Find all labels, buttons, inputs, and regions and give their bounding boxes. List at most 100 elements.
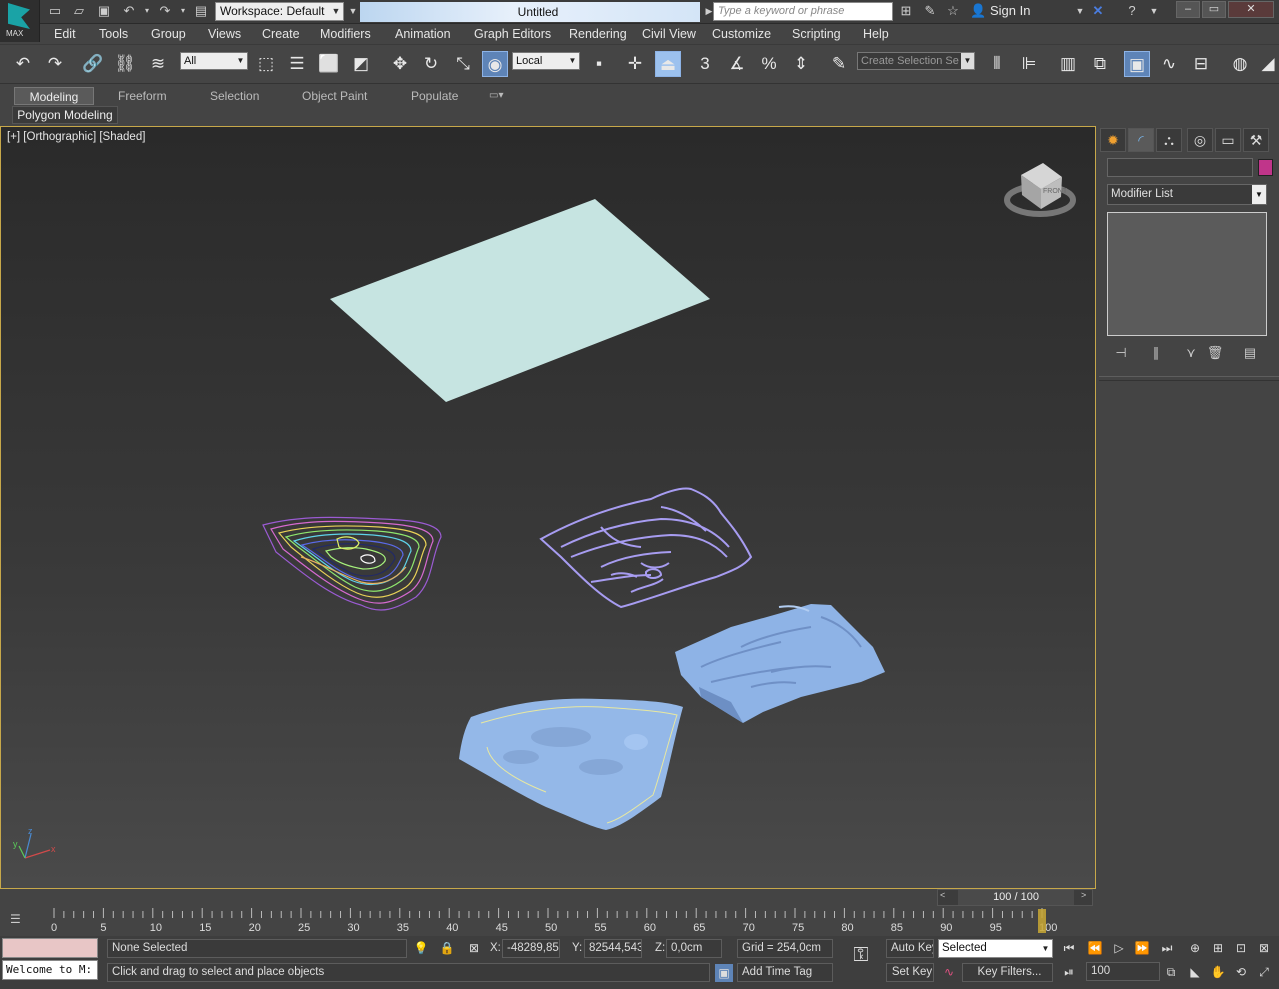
- current-frame-field[interactable]: 100: [1086, 962, 1160, 981]
- remove-modifier-icon[interactable]: 🗑: [1205, 344, 1225, 362]
- curve-editor-mini-icon[interactable]: ☰: [10, 912, 32, 930]
- keyboard-shortcut-override-icon[interactable]: ⏏: [655, 51, 681, 77]
- menu-modifiers[interactable]: Modifiers: [320, 27, 371, 41]
- scene-explorer-icon[interactable]: ▣: [1124, 51, 1150, 77]
- save-file-icon[interactable]: ▣: [96, 3, 112, 19]
- isolate-selection-icon[interactable]: 💡: [412, 939, 430, 957]
- modify-tab-icon[interactable]: ◜: [1128, 128, 1154, 152]
- next-frame-icon[interactable]: >: [1081, 890, 1086, 900]
- selection-lock-icon[interactable]: 🔒: [438, 939, 456, 957]
- orbit-icon[interactable]: ⟲: [1232, 963, 1250, 981]
- time-slider[interactable]: < 100 / 100 >: [937, 889, 1093, 906]
- tab-populate[interactable]: Populate: [411, 87, 458, 105]
- named-selection-set-dropdown[interactable]: Create Selection Se ▼: [857, 52, 975, 70]
- hierarchy-tab-icon[interactable]: ⛬: [1156, 128, 1182, 152]
- unlink-icon[interactable]: ⛓: [112, 51, 138, 77]
- tab-selection[interactable]: Selection: [210, 87, 259, 105]
- window-crossing-icon[interactable]: ◩: [348, 51, 374, 77]
- reference-coordinate-dropdown[interactable]: Local ▼: [512, 52, 580, 70]
- zoom-extents-icon[interactable]: ⊡: [1232, 939, 1250, 957]
- material-editor-icon[interactable]: ◍: [1227, 51, 1253, 77]
- snaps-toggle-icon[interactable]: 3: [692, 51, 718, 77]
- pin-stack-icon[interactable]: ⊣: [1111, 344, 1131, 362]
- current-frame-marker[interactable]: [1038, 909, 1046, 933]
- open-file-icon[interactable]: ▱: [71, 3, 87, 19]
- spinner-snap-icon[interactable]: ⇕: [788, 51, 814, 77]
- zoom-extents-all-icon[interactable]: ⊠: [1255, 939, 1273, 957]
- time-tag-icon[interactable]: ▣: [715, 964, 733, 982]
- menu-customize[interactable]: Customize: [712, 27, 771, 41]
- pan-view-icon[interactable]: ✋: [1209, 963, 1227, 981]
- rectangular-selection-icon[interactable]: ⬜: [316, 51, 342, 77]
- workspace-dropdown[interactable]: Workspace: Default ▼: [215, 2, 344, 21]
- subscription-icon[interactable]: ✎: [922, 3, 938, 19]
- menu-help[interactable]: Help: [863, 27, 889, 41]
- menu-views[interactable]: Views: [208, 27, 241, 41]
- select-and-rotate-icon[interactable]: ↻: [418, 51, 444, 77]
- menu-animation[interactable]: Animation: [395, 27, 451, 41]
- render-setup-icon[interactable]: ◢: [1258, 51, 1278, 77]
- y-coord-field[interactable]: 82544,543: [584, 939, 642, 958]
- close-button[interactable]: ✕: [1228, 1, 1274, 18]
- favorites-star-icon[interactable]: ☆: [945, 3, 961, 19]
- undo-icon[interactable]: ↶: [121, 3, 137, 19]
- key-mode-toggle-icon[interactable]: ⏯: [1060, 963, 1078, 981]
- undo-dropdown-icon[interactable]: ▾: [142, 3, 152, 19]
- align-icon[interactable]: ⊫: [1016, 51, 1042, 77]
- create-tab-icon[interactable]: ✹: [1100, 128, 1126, 152]
- menu-tools[interactable]: Tools: [99, 27, 128, 41]
- menu-rendering[interactable]: Rendering: [569, 27, 627, 41]
- tab-object-paint[interactable]: Object Paint: [302, 87, 367, 105]
- frame-ruler[interactable]: 0 5 10 15 20 25 30 35 40 45 50 55 60 65 70 75 80 85 90 95 10…: [49, 906, 1096, 936]
- menu-civil-view[interactable]: Civil View: [642, 27, 696, 41]
- select-manipulate-icon[interactable]: ✛: [622, 51, 648, 77]
- motion-tab-icon[interactable]: ◎: [1187, 128, 1213, 152]
- sign-in-link[interactable]: Sign In: [990, 3, 1030, 18]
- select-and-scale-icon[interactable]: ⤡: [450, 51, 476, 77]
- curve-editor-icon[interactable]: ∿: [1156, 51, 1182, 77]
- redo-dropdown-icon[interactable]: ▾: [178, 3, 188, 19]
- zoom-icon[interactable]: ⊕: [1186, 939, 1204, 957]
- maxscript-listener-top[interactable]: [2, 938, 98, 958]
- menu-edit[interactable]: Edit: [54, 27, 76, 41]
- go-to-end-icon[interactable]: ⏭: [1158, 939, 1176, 957]
- menu-graph-editors[interactable]: Graph Editors: [474, 27, 551, 41]
- bind-to-space-warp-icon[interactable]: ≋: [145, 51, 171, 77]
- make-unique-icon[interactable]: ⋎: [1181, 344, 1201, 362]
- x-coord-field[interactable]: -48289,856: [502, 939, 560, 958]
- angle-snap-icon[interactable]: ∡: [724, 51, 750, 77]
- time-slider-value[interactable]: 100 / 100: [958, 890, 1074, 905]
- minimize-button[interactable]: –: [1176, 1, 1200, 18]
- quick-access-dropdown-icon[interactable]: ▼: [345, 3, 361, 19]
- show-end-result-icon[interactable]: ∥: [1146, 344, 1166, 362]
- percent-snap-icon[interactable]: %: [756, 51, 782, 77]
- sign-in-dropdown-icon[interactable]: ▼: [1072, 3, 1088, 19]
- field-of-view-icon[interactable]: ◣: [1186, 963, 1204, 981]
- tab-modeling[interactable]: Modeling: [14, 87, 94, 105]
- viewport-orthographic[interactable]: [+] [Orthographic] [Shaded] x z y FRONT: [0, 126, 1096, 889]
- track-bar[interactable]: ☰ 0 5 10 15 20 25 30 35 40 45 50 55 60 65 70 75 80 85 90 95…: [0, 906, 1096, 936]
- auto-key-button[interactable]: Auto Key: [886, 939, 934, 958]
- key-mode-dropdown[interactable]: Selected ▼: [938, 939, 1053, 958]
- set-key-icon[interactable]: ⚿: [844, 945, 878, 976]
- tab-freeform[interactable]: Freeform: [118, 87, 167, 105]
- polygon-modeling-panel[interactable]: Polygon Modeling: [12, 106, 118, 124]
- undo-icon[interactable]: ↶: [10, 51, 36, 77]
- maximize-viewport-icon[interactable]: ⤢: [1255, 963, 1273, 981]
- modifier-list-dropdown[interactable]: Modifier List ▼: [1107, 184, 1267, 205]
- new-file-icon[interactable]: ▭: [47, 3, 63, 19]
- z-coord-field[interactable]: 0,0cm: [666, 939, 722, 958]
- project-folder-icon[interactable]: ▤: [193, 3, 209, 19]
- layer-explorer-icon[interactable]: ▥: [1055, 51, 1081, 77]
- mirror-icon[interactable]: ⫴: [984, 51, 1010, 77]
- redo-icon[interactable]: ↷: [157, 3, 173, 19]
- select-by-name-icon[interactable]: ☰: [284, 51, 310, 77]
- redo-icon[interactable]: ↷: [42, 51, 68, 77]
- help-dropdown-icon[interactable]: ▼: [1146, 3, 1162, 19]
- configure-modifier-sets-icon[interactable]: ▤: [1240, 344, 1260, 362]
- select-and-place-icon[interactable]: ◉: [482, 51, 508, 77]
- go-to-start-icon[interactable]: ⏮: [1060, 939, 1078, 957]
- menu-scripting[interactable]: Scripting: [792, 27, 841, 41]
- app-logo-button[interactable]: MAX: [0, 0, 40, 42]
- utilities-tab-icon[interactable]: ⚒: [1243, 128, 1269, 152]
